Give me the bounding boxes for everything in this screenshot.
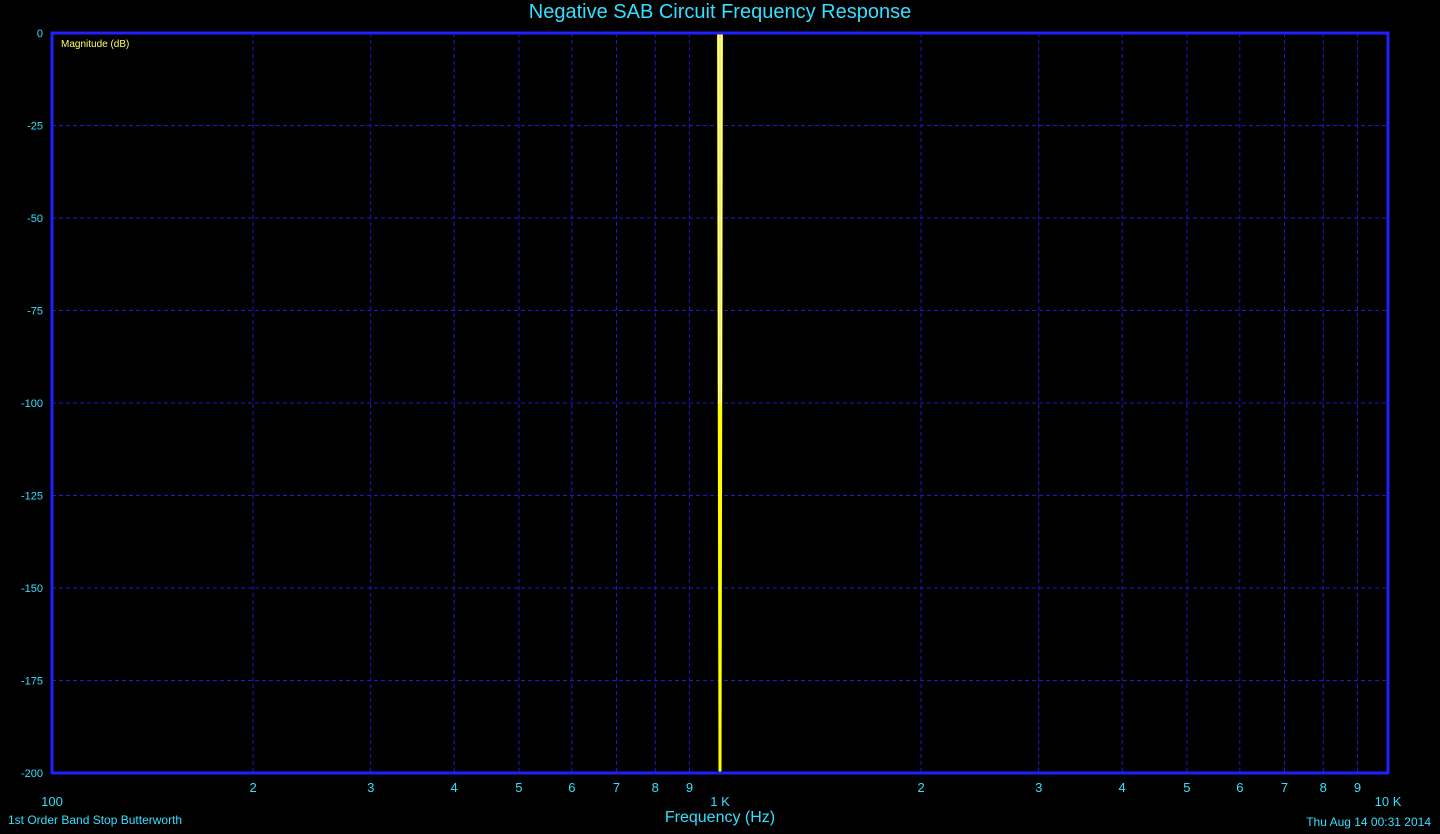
y-tick-label: -150 bbox=[21, 583, 43, 595]
y-tick-label: -125 bbox=[21, 491, 43, 503]
y-tick-label: -200 bbox=[21, 768, 43, 780]
timestamp: Thu Aug 14 00:31 2014 bbox=[1306, 815, 1431, 829]
x-tick-labels: 100 2 3 4 5 6 7 8 9 1 K 2 3 4 5 6 7 8 9 10 K bbox=[41, 780, 1402, 809]
frequency-response-chart: 0 -25 -50 -75 -100 -125 -150 -175 -200 100 2 3 4 5 6 7… bbox=[21, 28, 1402, 809]
x-tick-label: 8 bbox=[652, 780, 659, 795]
x-tick-label: 1 K bbox=[710, 794, 730, 809]
x-tick-label: 2 bbox=[917, 780, 924, 795]
x-tick-label: 8 bbox=[1320, 780, 1327, 795]
x-tick-label: 4 bbox=[451, 780, 458, 795]
x-tick-label: 6 bbox=[568, 780, 575, 795]
y-tick-label: -175 bbox=[21, 676, 43, 688]
x-tick-label: 2 bbox=[249, 780, 256, 795]
y-axis-label: Magnitude (dB) bbox=[61, 39, 130, 50]
chart-title: Negative SAB Circuit Frequency Response bbox=[528, 1, 912, 23]
x-tick-label: 3 bbox=[1035, 780, 1042, 795]
x-tick-label: 5 bbox=[515, 780, 522, 795]
y-tick-labels: 0 -25 -50 -75 -100 -125 -150 -175 -200 bbox=[21, 28, 43, 780]
x-tick-label: 10 K bbox=[1375, 794, 1402, 809]
x-tick-label: 3 bbox=[367, 780, 374, 795]
x-tick-label: 9 bbox=[686, 780, 693, 795]
y-tick-label: -100 bbox=[21, 398, 43, 410]
y-tick-label: 0 bbox=[37, 28, 43, 40]
x-tick-label: 4 bbox=[1119, 780, 1126, 795]
x-tick-label: 5 bbox=[1183, 780, 1190, 795]
x-axis-label: Frequency (Hz) bbox=[664, 809, 776, 826]
x-tick-label: 7 bbox=[1281, 780, 1288, 795]
filter-description: 1st Order Band Stop Butterworth bbox=[8, 813, 183, 827]
y-tick-label: -50 bbox=[27, 213, 43, 225]
y-tick-label: -25 bbox=[27, 121, 43, 133]
x-tick-label: 6 bbox=[1236, 780, 1243, 795]
x-tick-label: 7 bbox=[613, 780, 620, 795]
x-tick-label: 9 bbox=[1354, 780, 1361, 795]
y-tick-label: -75 bbox=[27, 306, 43, 318]
x-tick-label: 100 bbox=[41, 794, 63, 809]
